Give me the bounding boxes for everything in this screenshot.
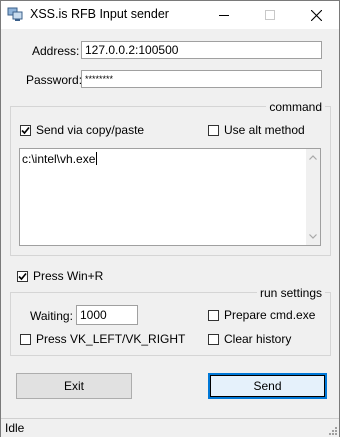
password-input[interactable] xyxy=(81,70,322,88)
maximize-button[interactable] xyxy=(247,1,293,29)
password-label: Password: xyxy=(26,73,83,87)
run-settings-group xyxy=(10,292,331,356)
clear-history-label: Clear history xyxy=(224,332,292,346)
network-computer-icon xyxy=(7,7,23,22)
use-alt-method-checkbox[interactable]: Use alt method xyxy=(208,123,305,137)
press-vk-label: Press VK_LEFT/VK_RIGHT xyxy=(36,332,186,346)
status-text: Idle xyxy=(5,421,25,435)
address-input[interactable] xyxy=(81,41,322,59)
close-icon xyxy=(310,9,322,21)
exit-button[interactable]: Exit xyxy=(16,373,132,399)
command-textarea[interactable]: c:\intel\vh.exe xyxy=(19,148,321,246)
prepare-cmd-checkbox[interactable]: Prepare cmd.exe xyxy=(208,308,315,322)
send-button[interactable]: Send xyxy=(208,373,327,399)
window-title: XSS.is RFB Input sender xyxy=(30,7,169,21)
send-via-copy-label: Send via copy/paste xyxy=(36,123,145,137)
command-group-title: command xyxy=(266,100,325,114)
checkbox-box xyxy=(208,124,219,136)
checkbox-box xyxy=(17,270,28,282)
exit-button-label: Exit xyxy=(63,379,84,393)
resize-grip-icon[interactable] xyxy=(327,425,337,435)
waiting-input[interactable] xyxy=(76,305,138,325)
close-button[interactable] xyxy=(293,1,339,29)
use-alt-method-label: Use alt method xyxy=(224,123,305,137)
command-text: c:\intel\vh.exe xyxy=(22,152,96,166)
maximize-icon xyxy=(265,10,275,20)
checkmark-icon xyxy=(18,272,27,280)
scroll-up-icon[interactable] xyxy=(306,151,320,165)
scroll-down-icon[interactable] xyxy=(306,229,320,243)
text-caret xyxy=(96,152,98,165)
clear-history-checkbox[interactable]: Clear history xyxy=(208,332,291,346)
status-bar: Idle xyxy=(1,418,339,437)
title-bar[interactable]: XSS.is RFB Input sender xyxy=(1,1,339,29)
minimize-icon xyxy=(219,15,229,16)
checkbox-box xyxy=(208,309,219,321)
app-window: XSS.is RFB Input sender Address: Passwor… xyxy=(0,0,340,437)
checkbox-box xyxy=(20,124,31,136)
minimize-button[interactable] xyxy=(201,1,247,29)
press-win-r-label: Press Win+R xyxy=(33,269,104,283)
waiting-label: Waiting: xyxy=(30,309,73,323)
run-settings-group-title: run settings xyxy=(256,286,325,300)
send-via-copy-checkbox[interactable]: Send via copy/paste xyxy=(20,123,144,137)
press-vk-left-right-checkbox[interactable]: Press VK_LEFT/VK_RIGHT xyxy=(20,332,185,346)
checkbox-box xyxy=(20,333,31,345)
checkbox-box xyxy=(208,333,219,345)
address-label: Address: xyxy=(32,44,80,58)
vertical-scrollbar[interactable] xyxy=(306,149,320,245)
checkmark-icon xyxy=(21,126,30,134)
prepare-cmd-label: Prepare cmd.exe xyxy=(224,308,316,322)
press-win-r-checkbox[interactable]: Press Win+R xyxy=(17,269,103,283)
